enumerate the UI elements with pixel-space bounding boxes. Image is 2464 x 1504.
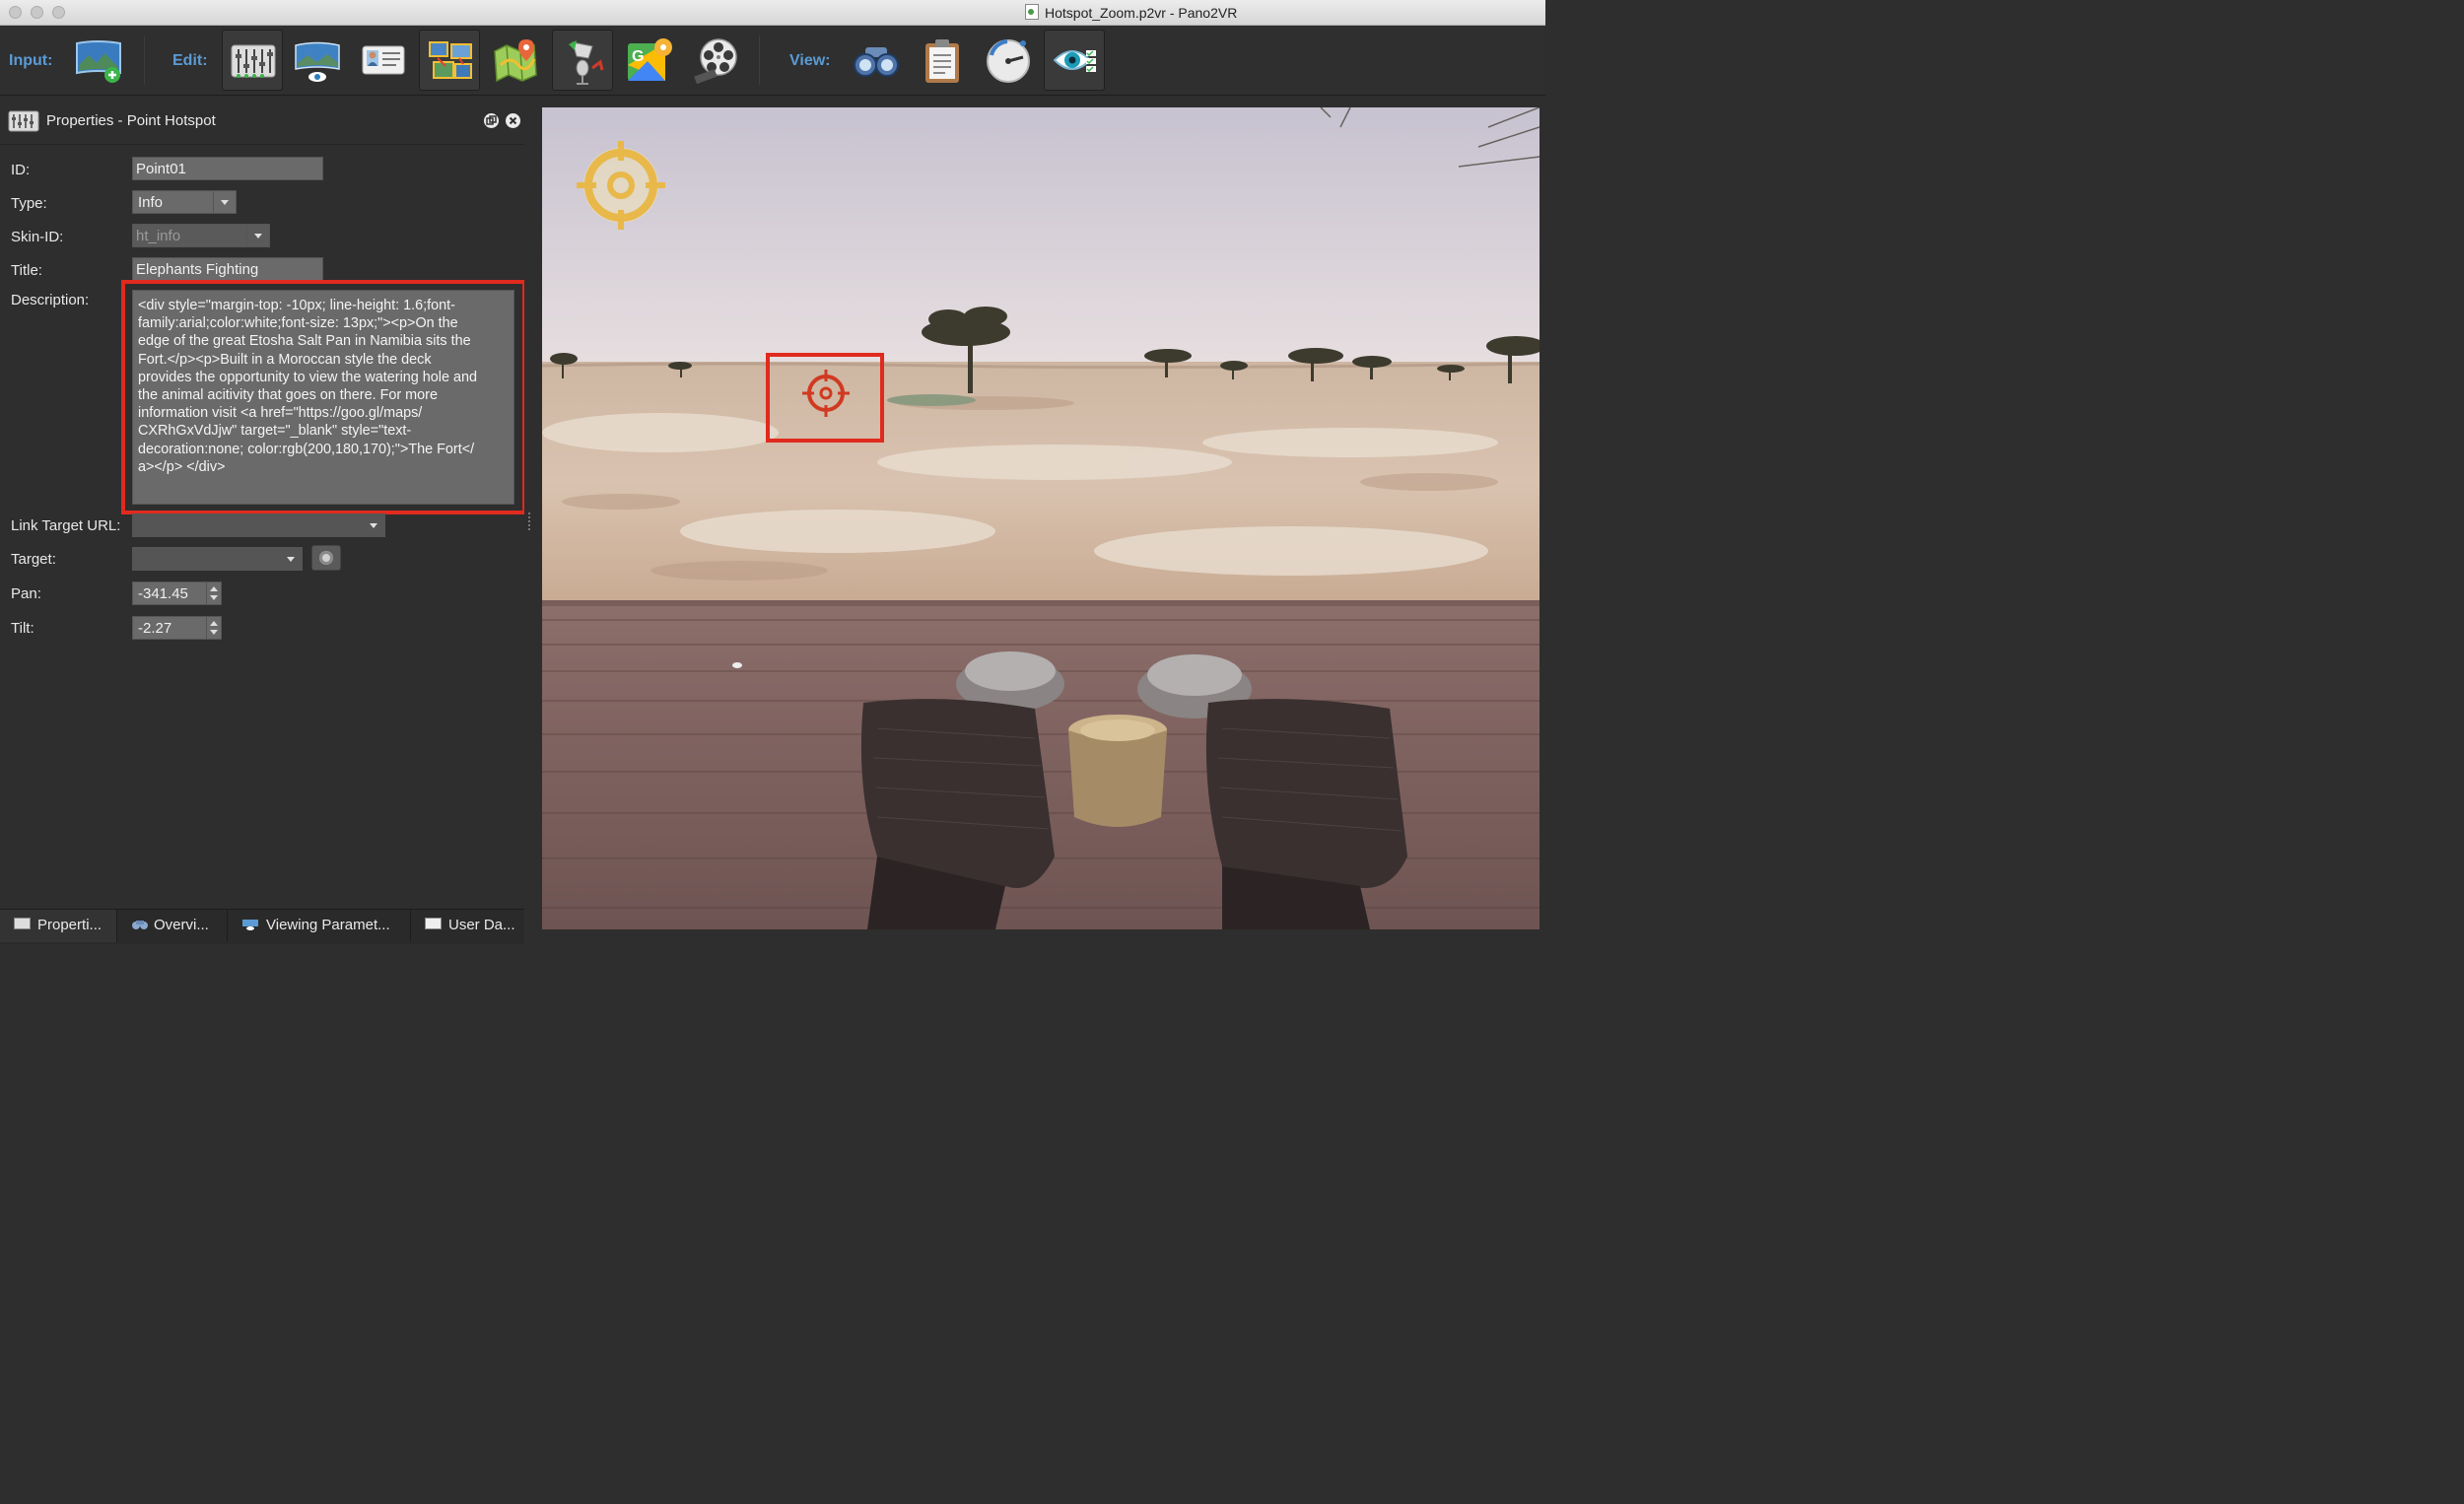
google-maps-button[interactable]: G <box>618 30 679 91</box>
overview-button[interactable] <box>846 30 907 91</box>
tilt-label: Tilt: <box>11 620 34 637</box>
skin-id-value: ht_info <box>136 228 181 244</box>
type-select[interactable]: Info <box>132 190 237 214</box>
toolbar-separator <box>759 35 760 85</box>
clipboard-button[interactable] <box>912 30 973 91</box>
type-label: Type: <box>11 195 47 212</box>
sound-icon <box>569 40 604 85</box>
main-toolbar: Input: Edit: G View: <box>0 26 1545 96</box>
title-label: Title: <box>11 262 42 279</box>
pan-value: -341.45 <box>138 585 188 602</box>
view-label: View: <box>789 52 831 69</box>
window-title-text: Hotspot_Zoom.p2vr - Pano2VR <box>1045 5 1238 21</box>
panel-title: Properties - Point Hotspot <box>46 112 216 129</box>
close-icon <box>509 116 517 125</box>
tab-properties[interactable]: Properti... <box>0 910 117 942</box>
minimize-window-button[interactable] <box>31 6 43 19</box>
zoom-window-button[interactable] <box>52 6 65 19</box>
tab-viewing-parameters-label: Viewing Paramet... <box>266 917 390 933</box>
panorama-viewport[interactable] <box>542 107 1540 929</box>
properties-sliders-icon <box>231 44 276 78</box>
link-target-url-combo[interactable] <box>132 513 385 537</box>
properties-sliders-icon <box>8 110 39 132</box>
window-title: Hotspot_Zoom.p2vr - Pano2VR <box>1025 4 1237 21</box>
map-icon <box>494 39 537 83</box>
target-picker-button[interactable] <box>311 545 341 571</box>
title-field[interactable]: Elephants Fighting <box>132 257 323 281</box>
float-window-icon <box>486 115 497 125</box>
panel-splitter[interactable] <box>524 99 542 943</box>
preview-button[interactable] <box>1044 30 1105 91</box>
tab-viewing-parameters[interactable]: Viewing Paramet... <box>228 910 411 942</box>
spinner-arrows-icon[interactable] <box>206 582 221 604</box>
description-highlight-frame <box>121 280 526 514</box>
skin-id-select[interactable]: ht_info <box>132 224 270 247</box>
type-value: Info <box>138 194 164 211</box>
tab-overview-label: Overvi... <box>154 917 209 933</box>
add-panorama-button[interactable] <box>67 30 128 91</box>
tilt-value: -2.27 <box>138 620 172 637</box>
user-data-button[interactable] <box>353 30 414 91</box>
compass-icon <box>987 39 1030 83</box>
skin-id-label: Skin-ID: <box>11 229 64 245</box>
input-label: Input: <box>9 52 53 69</box>
splitter-grip-icon[interactable] <box>528 513 532 530</box>
spinner-arrows-icon[interactable] <box>206 617 221 639</box>
properties-panel: Properties - Point Hotspot ID: Point01 T… <box>0 99 526 909</box>
binoculars-icon <box>132 921 148 929</box>
target-label: Target: <box>11 551 56 568</box>
description-label: Description: <box>11 292 90 308</box>
id-value: Point01 <box>136 161 186 177</box>
chevron-down-icon <box>362 514 384 536</box>
link-target-url-label: Link Target URL: <box>11 517 121 534</box>
chevron-down-icon <box>213 191 236 213</box>
binoculars-icon <box>854 47 899 77</box>
compass-button[interactable] <box>978 30 1039 91</box>
user-data-icon <box>425 918 442 929</box>
edit-label: Edit: <box>172 52 208 69</box>
window-title-bar: Hotspot_Zoom.p2vr - Pano2VR <box>0 0 1545 26</box>
document-icon <box>1025 4 1039 20</box>
viewing-parameters-icon <box>295 41 340 82</box>
viewing-parameters-button[interactable] <box>287 30 348 91</box>
map-button[interactable] <box>485 30 546 91</box>
tab-user-data-label: User Da... <box>448 917 515 933</box>
google-maps-icon: G <box>628 38 672 81</box>
tab-user-data[interactable]: User Da... <box>411 910 524 942</box>
close-window-button[interactable] <box>9 6 22 19</box>
tab-properties-label: Properti... <box>37 917 103 933</box>
panel-header: Properties - Point Hotspot <box>0 99 524 145</box>
svg-text:G: G <box>632 48 644 65</box>
close-panel-button[interactable] <box>506 113 520 128</box>
id-label: ID: <box>11 162 31 178</box>
hotspot-highlight-frame <box>766 353 884 443</box>
properties-button[interactable] <box>222 30 283 91</box>
patch-button[interactable] <box>419 30 480 91</box>
title-value: Elephants Fighting <box>136 261 259 278</box>
target-combo[interactable] <box>132 547 303 571</box>
chevron-down-icon <box>279 548 302 570</box>
animation-reel-icon <box>694 38 737 85</box>
panorama-image <box>542 107 1540 929</box>
tab-overview[interactable]: Overvi... <box>117 910 228 942</box>
eye-check-icon <box>1053 50 1096 73</box>
user-data-icon <box>362 45 405 75</box>
toolbar-separator <box>144 35 145 85</box>
tilt-spinbox[interactable]: -2.27 <box>132 616 222 640</box>
pan-label: Pan: <box>11 585 41 602</box>
clipboard-icon <box>925 39 959 83</box>
patch-icon <box>429 41 472 79</box>
viewing-parameters-icon <box>242 920 258 930</box>
sound-button[interactable] <box>552 30 613 91</box>
id-field[interactable]: Point01 <box>132 157 323 180</box>
add-panorama-icon <box>76 40 121 83</box>
animation-button[interactable] <box>685 30 746 91</box>
float-panel-button[interactable] <box>484 113 499 128</box>
chevron-down-icon <box>246 225 269 246</box>
properties-icon <box>14 918 31 929</box>
panel-tab-bar: Properti... Overvi... Viewing Paramet...… <box>0 909 524 944</box>
pan-spinbox[interactable]: -341.45 <box>132 581 222 605</box>
